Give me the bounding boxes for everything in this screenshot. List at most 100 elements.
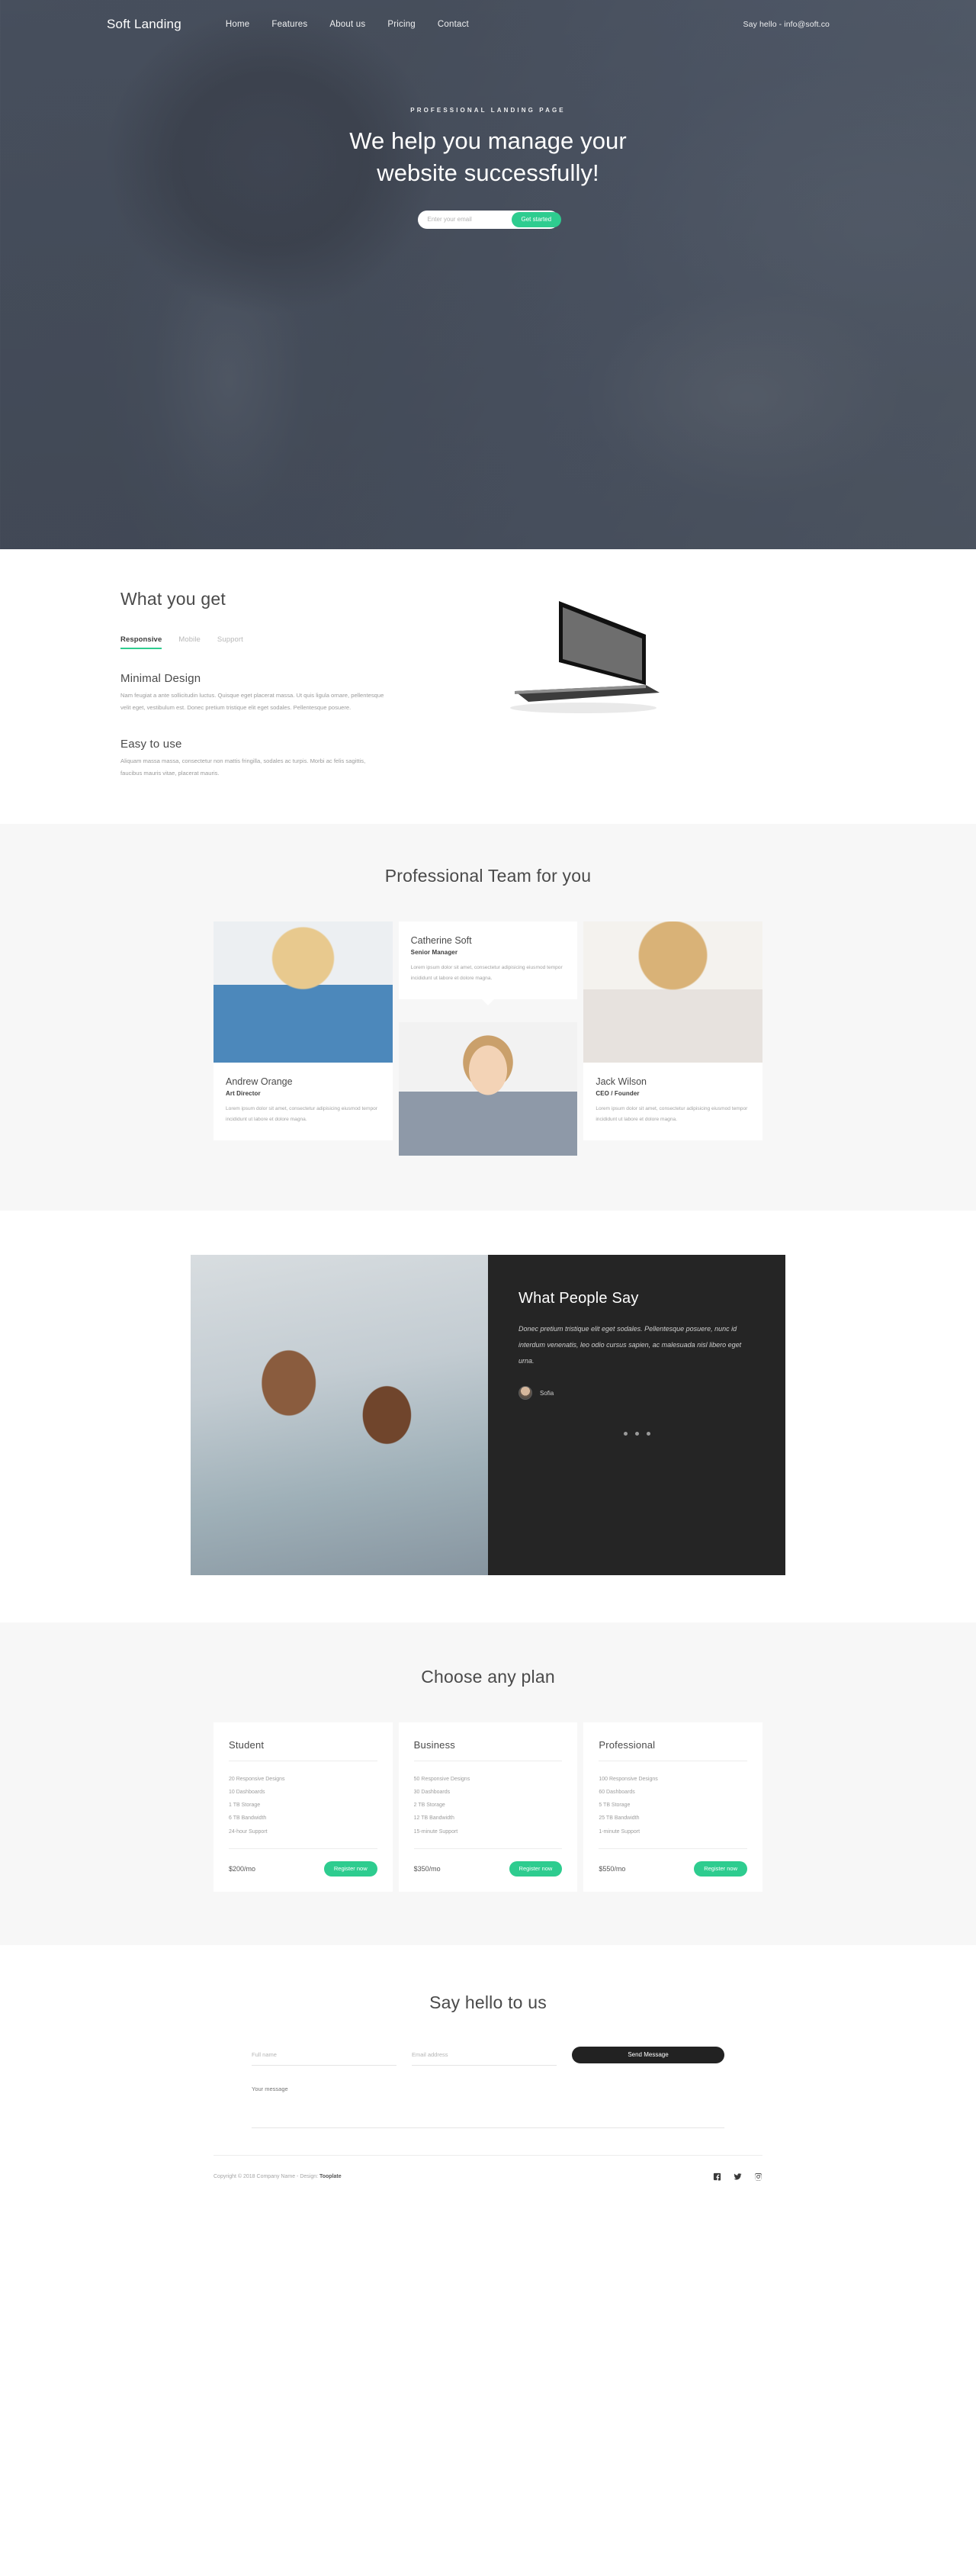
footer-inner: Copyright © 2018 Company Name - Design: … <box>214 2154 762 2181</box>
message-field-wrap <box>252 2085 724 2132</box>
testimonial-author: Sofia <box>518 1386 755 1401</box>
hero-email-input[interactable] <box>419 216 512 224</box>
plan-feature: 30 Dashboards <box>413 1790 451 1796</box>
pricing-section: Choose any plan Student 20 Responsive De… <box>0 1622 976 1945</box>
feature-block-text-2: Aliquam massa massa, consectetur non mat… <box>120 757 366 777</box>
testimonial-row: What People Say Donec pretium tristique … <box>191 1254 785 1575</box>
plan-footer: $350/mo Register now <box>414 1860 563 1877</box>
copyright-text: Copyright © 2018 Company Name - Design: … <box>214 2174 342 2179</box>
get-started-button[interactable]: Get started <box>511 211 562 227</box>
carousel-dot-2[interactable] <box>634 1432 639 1436</box>
team-member-card: Jack Wilson CEO / Founder Lorem ipsum do… <box>583 1063 762 1140</box>
plan-feature: 2 TB Storage <box>413 1803 445 1809</box>
divider <box>413 1848 563 1849</box>
features-left-column: What you get Responsive Mobile Support M… <box>107 589 427 780</box>
team-grid: Andrew Orange Art Director Lorem ipsum d… <box>214 921 762 1156</box>
team-member-role: Art Director <box>226 1090 261 1098</box>
brand-logo[interactable]: Soft Landing <box>107 17 181 32</box>
hero-title: We help you manage your website successf… <box>0 125 976 190</box>
nav-contact-email[interactable]: Say hello - info@soft.co <box>743 20 869 29</box>
hero-content: PROFESSIONAL LANDING PAGE We help you ma… <box>0 107 976 229</box>
team-member-photo <box>214 921 393 1063</box>
plan-name: Business <box>413 1738 456 1751</box>
plan-feature: 5 TB Storage <box>599 1803 631 1809</box>
plan-feature: 10 Dashboards <box>229 1790 265 1796</box>
nav-item-home[interactable]: Home <box>226 20 249 29</box>
testimonial-photo <box>191 1254 488 1575</box>
team-member-bio: Lorem ipsum dolor sit amet, consectetur … <box>226 1106 378 1123</box>
email-field-wrap <box>412 2047 557 2066</box>
hero-title-line2: website successfully! <box>377 159 599 187</box>
testimonial-carousel-dots <box>518 1432 755 1436</box>
team-member-andrew-orange: Andrew Orange Art Director Lorem ipsum d… <box>214 921 393 1156</box>
team-member-role: Senior Manager <box>410 949 458 957</box>
facebook-icon[interactable] <box>713 2172 721 2181</box>
hero-inner: Soft Landing Home Features About us Pric… <box>0 0 976 229</box>
main-navbar: Soft Landing Home Features About us Pric… <box>107 0 869 32</box>
nav-item-pricing[interactable]: Pricing <box>387 20 416 29</box>
carousel-dot-1[interactable] <box>623 1432 628 1436</box>
feature-block-title-1: Minimal Design <box>120 672 201 685</box>
send-message-button[interactable]: Send Message <box>572 2046 724 2063</box>
plan-feature: 12 TB Bandwidth <box>413 1815 454 1822</box>
feature-block-text-1: Nam feugiat a ante sollicitudin luctus. … <box>120 692 384 712</box>
plan-price: $200/mo <box>229 1864 256 1873</box>
pricing-container: Choose any plan Student 20 Responsive De… <box>107 1667 869 1892</box>
social-links <box>713 2172 762 2181</box>
avatar <box>518 1386 532 1401</box>
plan-feature: 6 TB Bandwidth <box>229 1815 267 1822</box>
contact-container: Say hello to us Send Message <box>107 1992 869 2132</box>
team-member-catherine-soft: Catherine Soft Senior Manager Lorem ipsu… <box>398 921 578 1156</box>
nav-item-features[interactable]: Features <box>271 20 307 29</box>
register-now-button[interactable]: Register now <box>323 1860 377 1877</box>
register-now-button[interactable]: Register now <box>694 1860 747 1877</box>
nav-item-contact[interactable]: Contact <box>438 20 469 29</box>
twitter-icon[interactable] <box>734 2172 742 2181</box>
team-member-bio: Lorem ipsum dolor sit amet, consectetur … <box>596 1106 748 1123</box>
plan-feature: 1-minute Support <box>599 1828 640 1835</box>
email-input[interactable] <box>412 2047 557 2066</box>
pricing-plan-business: Business 50 Responsive Designs 30 Dashbo… <box>398 1722 578 1892</box>
features-right-column <box>427 589 869 780</box>
team-member-bio: Lorem ipsum dolor sit amet, consectetur … <box>410 965 563 982</box>
register-now-button[interactable]: Register now <box>509 1860 563 1877</box>
plan-footer: $200/mo Register now <box>229 1860 377 1877</box>
team-member-name: Andrew Orange <box>226 1076 293 1088</box>
nav-item-about-us[interactable]: About us <box>329 20 365 29</box>
features-grid: What you get Responsive Mobile Support M… <box>107 589 869 780</box>
team-section: Professional Team for you Andrew Orange … <box>0 824 976 1211</box>
testimonial-author-name: Sofia <box>540 1389 554 1397</box>
pricing-grid: Student 20 Responsive Designs 10 Dashboa… <box>214 1722 762 1892</box>
team-member-card: Andrew Orange Art Director Lorem ipsum d… <box>214 1063 393 1140</box>
message-textarea[interactable] <box>252 2085 724 2128</box>
contact-form: Send Message <box>252 2046 724 2066</box>
nav-links: Home Features About us Pricing Contact <box>226 20 469 29</box>
team-container: Professional Team for you Andrew Orange … <box>107 866 869 1156</box>
team-member-photo <box>398 1021 578 1156</box>
copyright-prefix: Copyright © 2018 Company Name - Design: <box>214 2173 319 2179</box>
full-name-field-wrap <box>252 2047 396 2066</box>
tab-responsive[interactable]: Responsive <box>120 635 162 649</box>
plan-name: Student <box>229 1738 265 1751</box>
carousel-dot-3[interactable] <box>646 1432 650 1436</box>
plan-feature: 20 Responsive Designs <box>229 1776 285 1782</box>
pricing-plan-professional: Professional 100 Responsive Designs 60 D… <box>583 1722 762 1892</box>
plan-footer: $550/mo Register now <box>599 1860 747 1877</box>
contact-heading: Say hello to us <box>429 1992 547 2012</box>
plan-feature: 60 Dashboards <box>599 1790 635 1796</box>
features-heading: What you get <box>120 589 226 609</box>
instagram-icon[interactable] <box>754 2172 762 2181</box>
full-name-input[interactable] <box>252 2047 396 2066</box>
laptop-illustration <box>510 601 660 713</box>
hero-eyebrow: PROFESSIONAL LANDING PAGE <box>410 107 566 114</box>
tab-support[interactable]: Support <box>217 635 243 649</box>
designer-link[interactable]: Tooplate <box>319 2174 342 2179</box>
tab-mobile[interactable]: Mobile <box>178 635 201 649</box>
page-footer: Copyright © 2018 Company Name - Design: … <box>0 2132 976 2211</box>
hero-title-line1: We help you manage your <box>349 127 627 154</box>
pricing-heading: Choose any plan <box>421 1666 555 1687</box>
plan-feature: 24-hour Support <box>229 1828 268 1835</box>
plan-feature: 50 Responsive Designs <box>413 1776 470 1782</box>
team-member-photo <box>583 921 762 1063</box>
hero-section: Soft Landing Home Features About us Pric… <box>0 0 976 549</box>
